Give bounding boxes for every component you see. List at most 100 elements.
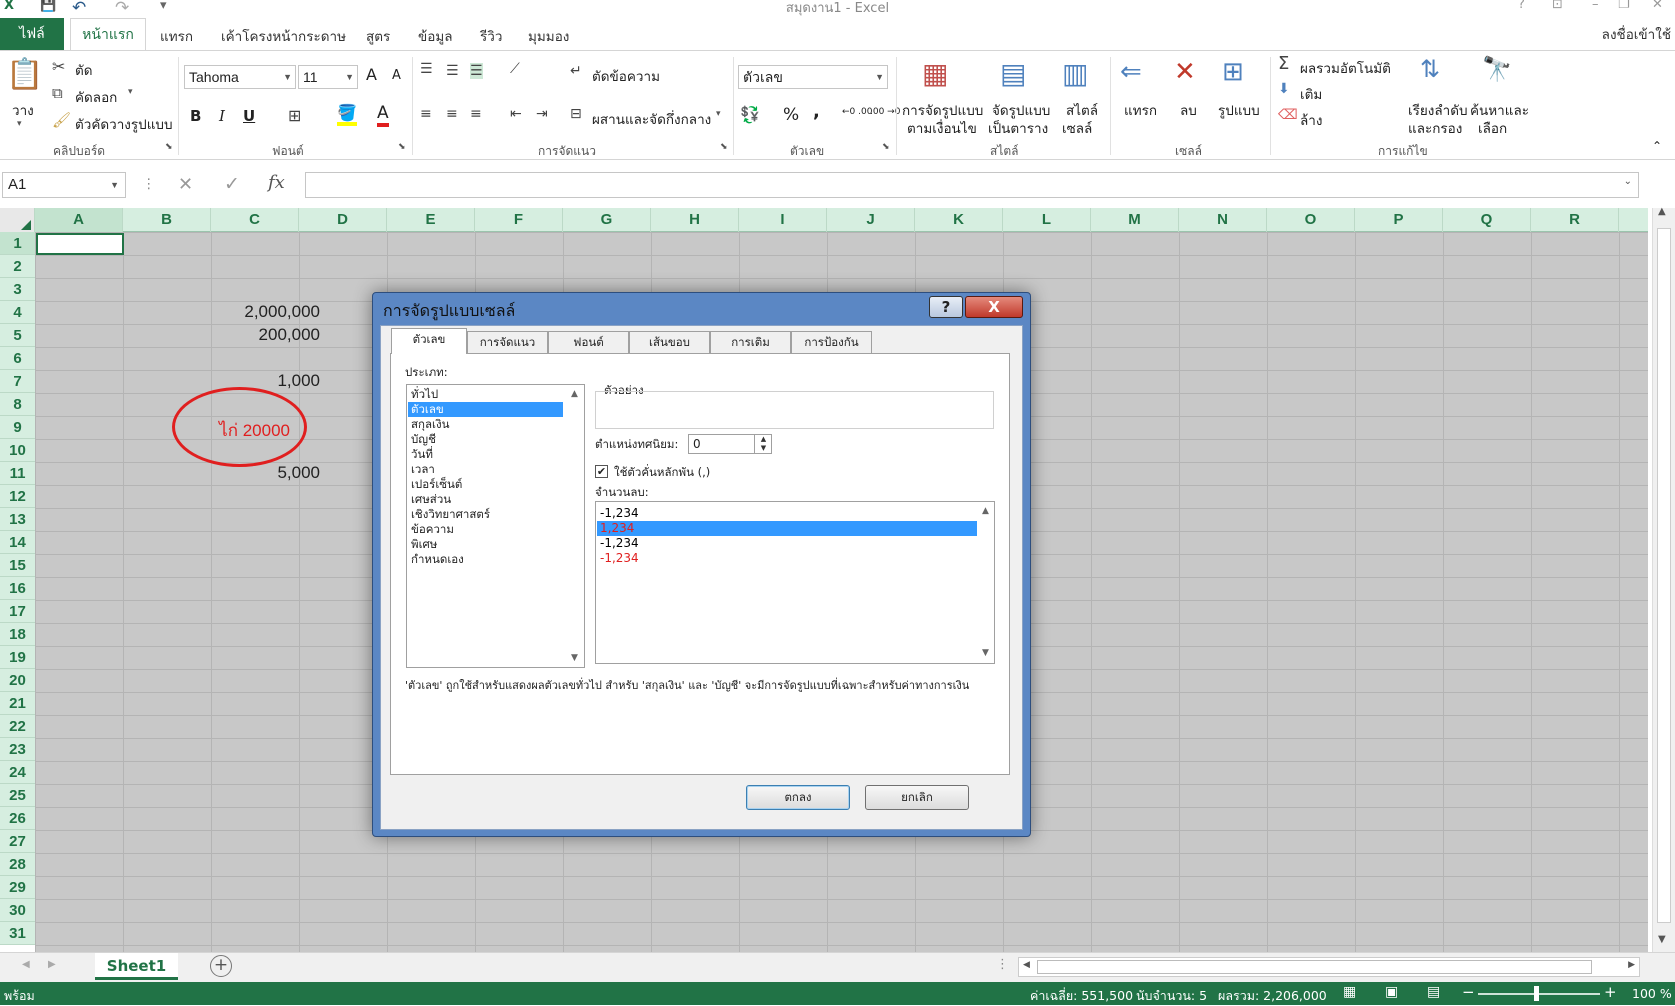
category-item[interactable]: กำหนดเอง (411, 552, 464, 567)
row-header[interactable]: 31 (0, 922, 35, 945)
zoom-slider-thumb[interactable] (1534, 986, 1539, 1001)
decimal-places-input[interactable]: 0 ▲ ▼ (688, 434, 772, 454)
row-header[interactable]: 4 (0, 301, 35, 324)
tab-file[interactable]: ไฟล์ (0, 18, 64, 50)
find-select-icon[interactable]: 🔭 (1482, 55, 1512, 83)
clear-button[interactable]: ล้าง (1300, 109, 1322, 131)
next-sheet-icon[interactable]: ▶ (48, 959, 56, 970)
tab-insert[interactable]: แทรก (160, 25, 193, 47)
copy-dropdown-icon[interactable]: ▾ (128, 87, 133, 97)
shrink-font-button[interactable]: A (392, 68, 401, 83)
row-header[interactable]: 16 (0, 577, 35, 600)
column-header[interactable]: J (827, 208, 915, 232)
column-header[interactable]: C (211, 208, 299, 232)
row-header[interactable]: 5 (0, 324, 35, 347)
align-middle-icon[interactable]: ☰ (446, 63, 459, 79)
ok-button[interactable]: ตกลง (746, 785, 850, 810)
fill-button[interactable]: เติม (1300, 83, 1322, 105)
number-format-select[interactable]: ตัวเลข ▼ (738, 65, 888, 89)
horizontal-scrollbar[interactable]: ◀ ▶ (1018, 957, 1640, 977)
column-header[interactable]: G (563, 208, 651, 232)
format-cells-button[interactable]: รูปแบบ (1218, 99, 1260, 121)
prev-sheet-icon[interactable]: ◀ (22, 959, 30, 970)
accounting-format-icon[interactable]: 💱 (740, 105, 760, 124)
fill-icon[interactable]: ⬇ (1278, 81, 1290, 97)
align-right-icon[interactable]: ≡ (470, 106, 482, 122)
format-cells-icon[interactable]: ⊞ (1222, 57, 1244, 87)
select-all-button[interactable] (0, 208, 35, 232)
merge-center-icon[interactable]: ⊟ (570, 106, 582, 122)
font-size-select[interactable]: 11 ▼ (298, 65, 358, 89)
column-header[interactable]: M (1091, 208, 1179, 232)
align-left-icon[interactable]: ≡ (420, 106, 432, 122)
category-item[interactable]: เชิงวิทยาศาสตร์ (411, 507, 490, 522)
ribbon-display-icon[interactable]: ⊡ (1552, 0, 1563, 12)
cell-c4[interactable]: 2,000,000 (212, 302, 320, 322)
align-center-icon[interactable]: ≡ (446, 106, 458, 122)
decimal-up-icon[interactable]: ▲ (754, 435, 772, 444)
format-as-table-label-2[interactable]: เป็นตาราง (988, 117, 1048, 139)
row-header[interactable]: 14 (0, 531, 35, 554)
zoom-out-icon[interactable]: − (1462, 983, 1475, 1001)
negative-numbers-list[interactable]: ▲ ▼ -1,234 1,234 -1,234 -1,234 (595, 501, 995, 664)
dialog-tab-alignment[interactable]: การจัดแนว (467, 331, 548, 353)
close-icon[interactable]: ✕ (1652, 0, 1663, 12)
insert-cells-button[interactable]: แทรก (1124, 99, 1157, 121)
row-header[interactable]: 10 (0, 439, 35, 462)
column-header[interactable]: K (915, 208, 1003, 232)
insert-cells-icon[interactable]: ⇐ (1120, 57, 1142, 87)
formula-input[interactable]: ⌄ (305, 172, 1639, 198)
row-header[interactable]: 3 (0, 278, 35, 301)
autosum-icon[interactable]: Σ (1278, 53, 1289, 74)
row-header[interactable]: 23 (0, 738, 35, 761)
column-header[interactable]: B (123, 208, 211, 232)
tab-formulas[interactable]: สูตร (366, 25, 390, 47)
row-header[interactable]: 25 (0, 784, 35, 807)
paste-button[interactable]: วาง (12, 99, 34, 121)
restore-icon[interactable]: ❐ (1618, 0, 1630, 12)
zoom-in-icon[interactable]: + (1604, 983, 1617, 1001)
row-header[interactable]: 13 (0, 508, 35, 531)
tab-home[interactable]: หน้าแรก (70, 18, 146, 51)
tab-split-handle[interactable]: ⋮ (996, 957, 1009, 972)
format-painter-icon[interactable]: 🖌 (52, 111, 71, 129)
vertical-scrollbar[interactable]: ▲ ▼ (1652, 206, 1675, 952)
row-header[interactable]: 18 (0, 623, 35, 646)
cancel-icon[interactable]: ✕ (178, 174, 193, 195)
normal-view-icon[interactable]: ▦ (1343, 984, 1356, 1000)
name-box[interactable]: A1 ▼ (2, 172, 126, 198)
align-top-icon[interactable]: ☰ (420, 61, 433, 77)
font-launcher-icon[interactable]: ⬊ (398, 142, 406, 152)
copy-button[interactable]: คัดลอก (75, 86, 117, 108)
page-layout-view-icon[interactable]: ▣ (1385, 984, 1398, 1000)
orientation-icon[interactable]: ⟋ (510, 61, 520, 77)
column-header[interactable]: N (1179, 208, 1267, 232)
active-cell[interactable] (36, 233, 124, 255)
cancel-button[interactable]: ยกเลิก (865, 785, 969, 810)
clear-icon[interactable]: ⌫ (1278, 107, 1298, 123)
row-header[interactable]: 12 (0, 485, 35, 508)
row-header[interactable]: 22 (0, 715, 35, 738)
row-header[interactable]: 6 (0, 347, 35, 370)
negative-format-item[interactable]: 1,234 (597, 521, 977, 536)
enter-icon[interactable]: ✓ (224, 173, 240, 195)
row-header[interactable]: 17 (0, 600, 35, 623)
wrap-text-icon[interactable]: ↵ (570, 63, 582, 79)
negative-format-item[interactable]: -1,234 (600, 506, 639, 521)
format-as-table-icon[interactable]: ▤ (1000, 57, 1026, 90)
category-list[interactable]: ▲ ▼ ทั่วไป ตัวเลข สกุลเงิน บัญชี วันที่ เวลาเ… (406, 384, 585, 668)
tab-review[interactable]: รีวิว (480, 25, 502, 47)
dialog-close-button[interactable]: X (965, 296, 1023, 318)
insert-function-icon[interactable]: fx (268, 172, 285, 193)
collapse-ribbon-icon[interactable]: ⌃ (1652, 139, 1662, 153)
cut-button[interactable]: ตัด (75, 59, 93, 81)
sign-in-link[interactable]: ลงชื่อเข้าใช้ (1602, 23, 1671, 45)
cell-styles-label-2[interactable]: เซลล์ (1062, 117, 1092, 139)
column-header[interactable]: I (739, 208, 827, 232)
dialog-tab-fill[interactable]: การเติม (710, 331, 791, 353)
row-header[interactable]: 19 (0, 646, 35, 669)
column-header[interactable]: Q (1443, 208, 1531, 232)
category-item[interactable]: สกุลเงิน (411, 417, 449, 432)
row-header[interactable]: 2 (0, 255, 35, 278)
percent-button[interactable]: % (783, 105, 799, 125)
